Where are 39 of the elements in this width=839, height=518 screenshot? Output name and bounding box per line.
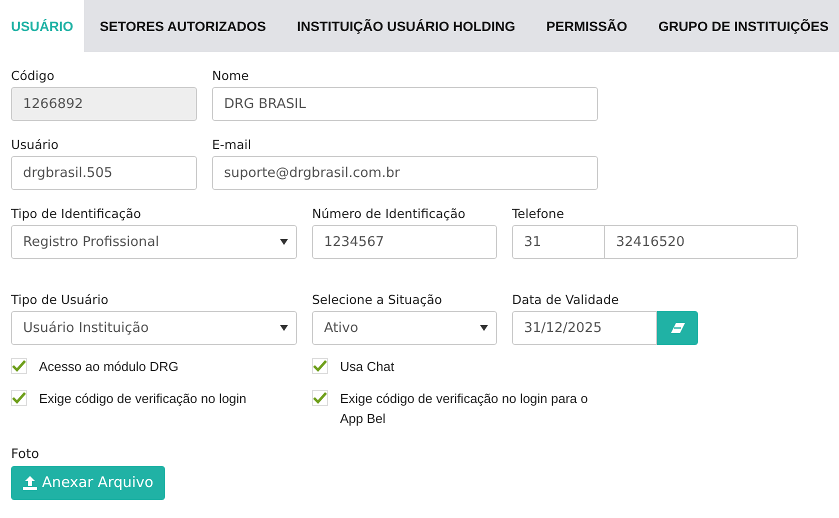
select-field[interactable]: Ativo — [312, 311, 497, 345]
tab[interactable]: PERMISSÃO — [530, 0, 643, 52]
checkbox[interactable] — [312, 358, 328, 374]
field-label: Selecione a Situação — [312, 292, 444, 308]
photo-label: Foto — [11, 447, 40, 462]
tab[interactable]: SETORES AUTORIZADOS — [84, 0, 282, 52]
checkbox[interactable] — [11, 390, 27, 406]
caret-icon — [280, 239, 288, 245]
field-label: Tipo de Usuário — [11, 292, 110, 308]
checkbox-label: Exige código de verificação no login para o App Bel — [340, 390, 589, 428]
field-label: Usuário — [11, 137, 60, 153]
checkbox-label: Usa Chat — [340, 358, 394, 376]
caret-icon — [480, 325, 488, 331]
field-label: Data de Validade — [512, 292, 620, 308]
clear-date-button[interactable] — [657, 311, 698, 345]
tab[interactable]: INSTITUIÇÃO USUÁRIO HOLDING — [282, 0, 531, 52]
date-field[interactable]: 31/12/2025 — [512, 311, 658, 345]
field-label: E-mail — [212, 137, 252, 153]
field-label: Telefone — [512, 206, 566, 222]
select-field[interactable]: Usuário Instituição — [11, 311, 297, 345]
checkbox[interactable] — [11, 358, 27, 374]
input-field[interactable]: DRG BRASIL — [212, 87, 598, 121]
select-field[interactable]: Registro Profissional — [11, 225, 297, 259]
area-code-field[interactable]: 31 — [512, 225, 604, 259]
checkbox-label: Acesso ao módulo DRG — [39, 358, 178, 376]
input-field[interactable]: suporte@drgbrasil.com.br — [212, 156, 598, 190]
upload-icon — [23, 476, 37, 490]
field-label: Tipo de Identificação — [11, 206, 142, 222]
input-field[interactable]: drgbrasil.505 — [11, 156, 197, 190]
field-label: Código — [11, 68, 56, 84]
input-field[interactable]: 1234567 — [312, 225, 497, 259]
phone-field[interactable]: 32416520 — [604, 225, 798, 259]
checkbox-label: Exige código de verificação no login — [39, 390, 246, 408]
checkbox[interactable] — [312, 390, 328, 406]
field-label: Número de Identificação — [312, 206, 466, 222]
tab[interactable]: GRUPO DE INSTITUIÇÕES — [642, 0, 839, 52]
caret-icon — [280, 325, 288, 331]
eraser-icon — [670, 323, 685, 333]
field-label: Nome — [212, 68, 250, 84]
